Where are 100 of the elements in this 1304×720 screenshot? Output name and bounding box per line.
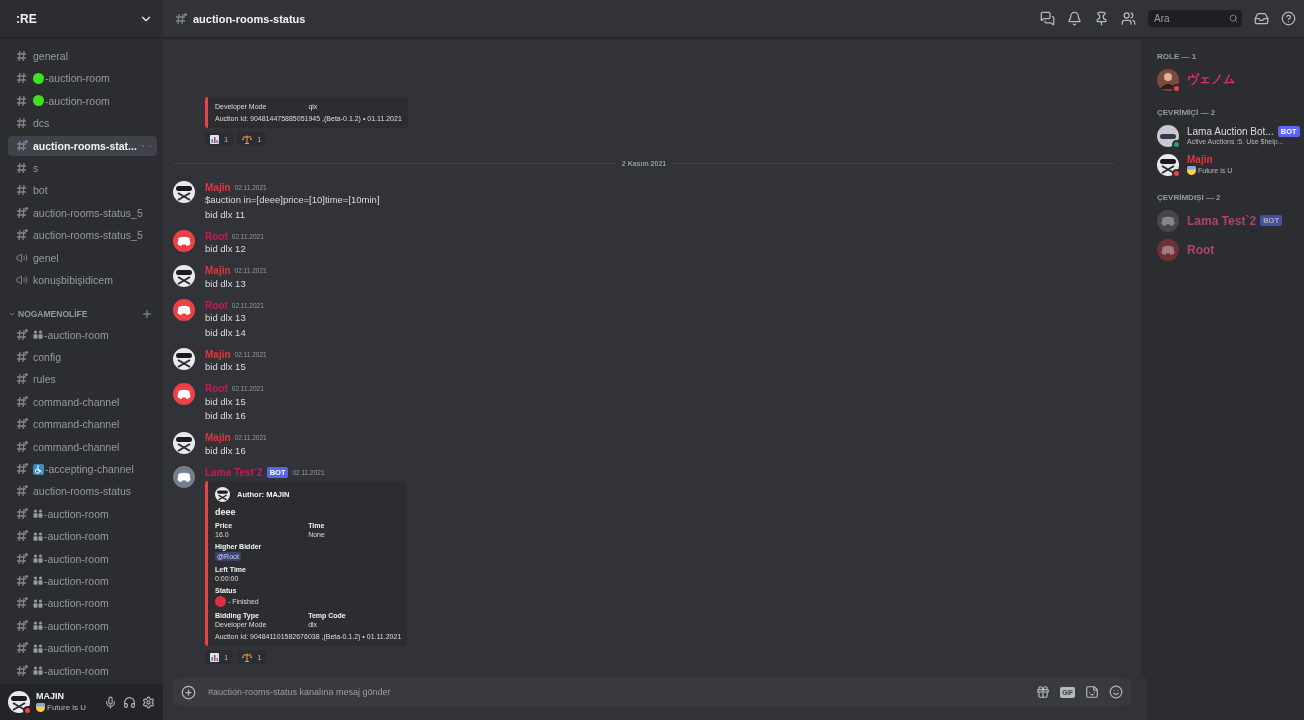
member-group-header: ÇEVRİMİÇİ — 2	[1157, 108, 1217, 117]
channel-item[interactable]: genel	[8, 247, 157, 268]
sticker-icon[interactable]	[1085, 685, 1099, 699]
channel-item[interactable]: auction-rooms-status	[8, 481, 157, 502]
channel-name: rules	[33, 373, 56, 386]
message-text: bid dlx 16	[205, 443, 247, 458]
add-icon[interactable]	[181, 684, 196, 700]
bar-chart-icon	[210, 134, 219, 144]
channel-item[interactable]: -auction-room	[8, 503, 157, 524]
avatar	[8, 691, 30, 713]
channel-name: auction-rooms-status_5	[33, 206, 143, 219]
channel-item[interactable]: -auction-room	[8, 571, 157, 591]
hash-icon	[175, 12, 187, 25]
avatar	[1157, 124, 1179, 147]
hash-icon	[16, 619, 28, 632]
pin-icon[interactable]	[1094, 11, 1109, 26]
avatar	[173, 181, 195, 203]
hash-icon	[16, 552, 28, 565]
search-bar[interactable]: Ara	[1148, 10, 1242, 27]
channel-item[interactable]: config	[8, 347, 157, 368]
avatar	[173, 382, 195, 405]
channel-item[interactable]: bot	[8, 180, 157, 201]
headphones-icon[interactable]	[123, 695, 136, 709]
bell-icon[interactable]	[1067, 11, 1082, 26]
channel-name: auction-rooms-status	[33, 485, 132, 498]
avatar	[1157, 209, 1179, 232]
channel-name: config	[33, 351, 62, 364]
gift-icon[interactable]	[1036, 685, 1051, 699]
custom-status: Future is U	[47, 702, 87, 713]
channel-item[interactable]: -auction-room	[8, 68, 157, 89]
hash-icon	[16, 575, 28, 587]
member-item[interactable]: ヴェノム	[1157, 65, 1296, 94]
channel-item[interactable]: -auction-room	[8, 548, 157, 569]
channel-name: command-channel	[33, 418, 120, 431]
search-field[interactable]: Ara	[1152, 12, 1229, 25]
message-text: bid dlx 16	[205, 409, 247, 423]
avatar	[173, 466, 195, 488]
message-text: bid dlx 13	[205, 311, 247, 325]
member-name: ヴェノム	[1187, 71, 1235, 88]
channel-item[interactable]: s	[8, 157, 157, 178]
channel-item[interactable]: konuşbibişidicem	[8, 269, 157, 290]
channel-title: auction-rooms-status	[193, 12, 307, 25]
channel-item[interactable]: -auction-room	[8, 90, 157, 111]
hash-icon	[16, 485, 28, 498]
member-name: Lama Test`2	[1187, 213, 1257, 228]
message-field[interactable]: #auction-rooms-status kanalına mesaj gönder	[206, 686, 1027, 698]
message-text: bid dlx 11	[205, 207, 246, 222]
avatar	[173, 348, 195, 370]
channel-name: -auction-room	[44, 664, 109, 677]
channel-item[interactable]: command-channel	[8, 414, 157, 435]
emoji-icon[interactable]	[1109, 685, 1123, 699]
message-text: bid dlx 14	[205, 325, 247, 340]
author-name[interactable]: Majin	[205, 265, 231, 276]
channel-item[interactable]: -auction-room	[8, 593, 157, 614]
channel-item[interactable]: auction-rooms-status_5	[8, 202, 157, 223]
avatar	[1157, 238, 1179, 261]
members-icon[interactable]	[1121, 11, 1136, 26]
channel-item[interactable]: -auction-room	[8, 638, 157, 659]
author-name[interactable]: Majin	[205, 348, 231, 360]
microphone-icon[interactable]	[104, 695, 117, 709]
avatar	[215, 487, 230, 502]
channel-item[interactable]: -auction-room	[8, 324, 157, 345]
avatar	[173, 299, 195, 321]
channel-item[interactable]: -auction-room	[8, 660, 157, 681]
channel-name: command-channel	[33, 440, 120, 453]
channel-name: -auction-room	[45, 72, 110, 85]
hash-icon	[16, 418, 28, 431]
channel-name: -auction-room	[44, 575, 109, 587]
author-name[interactable]: Majin	[205, 432, 231, 443]
avatar	[173, 264, 195, 287]
channel-item[interactable]: auction-rooms-status_5	[8, 225, 157, 246]
channel-name: -auction-room	[45, 94, 110, 107]
channel-item[interactable]: -auction-room	[8, 615, 157, 636]
threads-icon[interactable]	[1040, 11, 1055, 26]
message-text: bid dlx 15	[205, 394, 247, 409]
hash-icon	[16, 373, 28, 386]
channel-item[interactable]: -auction-room	[8, 526, 157, 547]
hash-icon	[16, 229, 28, 242]
hash-icon	[16, 507, 28, 520]
hash-icon	[16, 94, 28, 107]
hash-icon	[16, 117, 28, 130]
hash-icon	[16, 530, 28, 543]
channel-item[interactable]: command-channel	[8, 436, 157, 457]
speaker-icon	[16, 251, 28, 264]
inbox-icon[interactable]	[1254, 11, 1269, 26]
author-name[interactable]: Majin	[205, 181, 231, 193]
channel-item[interactable]: command-channel	[8, 391, 157, 412]
category-name[interactable]: NOGAMENOLİFE	[18, 309, 88, 320]
channel-item[interactable]: general	[8, 46, 157, 66]
scales-icon	[242, 134, 253, 144]
channel-name: auction-rooms-status_5	[33, 229, 143, 242]
member-name: Root	[1187, 242, 1215, 257]
member-group-header: ÇEVRİMDIŞI — 2	[1157, 193, 1222, 202]
member-name: Majin	[1187, 154, 1213, 165]
channel-item[interactable]: rules	[8, 369, 157, 390]
add-channel-icon[interactable]	[141, 308, 153, 321]
channel-item[interactable]: dcs	[8, 113, 157, 134]
help-icon[interactable]	[1281, 11, 1296, 26]
channel-item[interactable]: -accepting-channel	[8, 459, 157, 480]
member-group-header: ROLE — 1	[1157, 52, 1198, 61]
